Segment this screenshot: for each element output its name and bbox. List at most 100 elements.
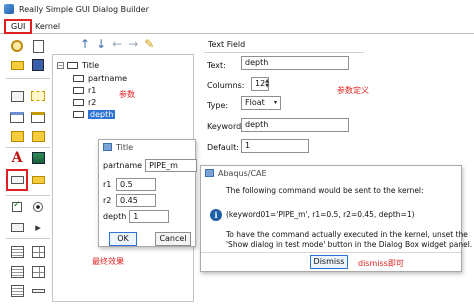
- spinner-arrows-icon[interactable]: ▲ ▼: [265, 79, 269, 89]
- text-field-node-icon: [73, 98, 84, 106]
- window-titlebar: Really Simple GUI Dialog Builder: [0, 0, 474, 18]
- separator-icon[interactable]: [29, 283, 47, 299]
- tree-item-r2[interactable]: r2: [73, 96, 96, 108]
- message-dialog: Abaqus/CAE The following command would b…: [200, 165, 472, 272]
- arrow-icon[interactable]: ▸: [29, 219, 47, 235]
- message-line-1: The following command would be sent to t…: [226, 186, 424, 195]
- tree-widget-icon[interactable]: [8, 283, 26, 299]
- type-select[interactable]: Float ▾: [241, 96, 281, 110]
- tree-item-label: r1: [88, 85, 97, 95]
- slider-icon[interactable]: [8, 264, 26, 280]
- text-label: Text:: [207, 61, 226, 70]
- tree-item-depth[interactable]: depth: [73, 108, 116, 120]
- field-label: r1: [103, 180, 112, 189]
- move-down-icon[interactable]: ↓: [96, 38, 106, 52]
- table-icon[interactable]: [29, 244, 47, 260]
- annotation-params: 参数: [119, 90, 135, 99]
- default-input[interactable]: 1: [241, 139, 309, 153]
- message-dialog-titlebar: Abaqus/CAE: [201, 166, 461, 180]
- button-icon[interactable]: [8, 219, 26, 235]
- tab-bar: GUI Kernel: [0, 18, 474, 34]
- spinner-icon[interactable]: [29, 264, 47, 280]
- panel-icon[interactable]: [8, 128, 26, 144]
- new-file-icon[interactable]: [29, 38, 47, 54]
- open-file-icon[interactable]: [8, 57, 26, 73]
- field-row: r1 0.5: [103, 178, 156, 191]
- widget-toolbox: A ▸: [2, 36, 52, 302]
- field-row: depth 1: [103, 210, 170, 223]
- columns-label: Columns:: [207, 81, 245, 90]
- selected-widget-highlight: [6, 169, 28, 191]
- edit-icon[interactable]: ✎: [144, 38, 154, 52]
- group-box-icon[interactable]: [29, 109, 47, 125]
- field-input[interactable]: 0.45: [116, 194, 156, 207]
- message-line-3: To have the command actually executed in…: [226, 230, 468, 239]
- move-left-icon[interactable]: ←: [112, 38, 122, 52]
- field-row: r2 0.45: [103, 194, 156, 207]
- tree-item-label: partname: [88, 73, 128, 83]
- columns-value: 12: [255, 79, 266, 88]
- group-title: Text Field: [208, 40, 246, 49]
- tree-item-label: r2: [88, 97, 97, 107]
- field-input[interactable]: 1: [129, 210, 170, 223]
- field-input[interactable]: 0.5: [116, 178, 156, 191]
- cancel-button[interactable]: Cancel: [155, 232, 191, 246]
- preview-dialog-title: Title: [116, 142, 134, 152]
- tree-root[interactable]: − Title: [57, 59, 99, 71]
- save-file-icon[interactable]: [29, 57, 47, 73]
- move-right-icon[interactable]: →: [128, 38, 138, 52]
- annotation-param-definition: 参数定义: [337, 86, 369, 95]
- field-input[interactable]: PIPE_m: [145, 159, 198, 172]
- image-icon[interactable]: [29, 150, 47, 166]
- combo-box-icon[interactable]: [29, 172, 47, 188]
- default-label: Default:: [207, 143, 239, 152]
- message-line-4: 'Show dialog in test mode' button in the…: [226, 240, 473, 249]
- field-row: partname PIPE_m: [103, 159, 198, 172]
- text-field-node-icon: [73, 110, 84, 118]
- tree-item-r1[interactable]: r1: [73, 84, 96, 96]
- field-label: r2: [103, 196, 112, 205]
- dismiss-button[interactable]: Dismiss: [310, 255, 348, 269]
- type-value: Float: [245, 98, 265, 107]
- tab-gui[interactable]: GUI: [4, 19, 33, 34]
- keyword-label: Keyword:: [207, 122, 244, 131]
- field-label: depth: [103, 212, 127, 221]
- list-icon[interactable]: [8, 244, 26, 260]
- annotation-final-result: 最终效果: [92, 257, 124, 266]
- message-dialog-title: Abaqus/CAE: [218, 168, 267, 178]
- preview-dialog-titlebar: Title: [99, 140, 195, 154]
- window-icon: [103, 143, 112, 151]
- label-icon[interactable]: A: [8, 150, 26, 166]
- radio-button-icon[interactable]: [29, 199, 47, 215]
- collapse-icon[interactable]: −: [57, 61, 64, 69]
- tab-frame-icon[interactable]: [8, 109, 26, 125]
- tree-item-partname[interactable]: partname: [73, 72, 127, 84]
- chevron-down-icon: ▾: [273, 99, 277, 106]
- field-label: partname: [103, 161, 143, 170]
- window-icon: [205, 169, 214, 177]
- tree-item-label: depth: [88, 109, 116, 119]
- group-divider: [204, 52, 364, 53]
- checkbox-icon[interactable]: [8, 199, 26, 215]
- annotation-dismiss: dismiss即可: [358, 259, 404, 268]
- window-title: Really Simple GUI Dialog Builder: [19, 4, 149, 14]
- dialog-node-icon: [67, 61, 78, 69]
- frame-icon[interactable]: [8, 88, 26, 104]
- message-command: (keyword01='PIPE_m', r1=0.5, r2=0.45, de…: [226, 210, 415, 219]
- tree-root-label: Title: [82, 60, 100, 70]
- message-divider: [201, 252, 461, 253]
- dashed-frame-icon[interactable]: [29, 88, 47, 104]
- columns-spinner[interactable]: 12 ▲ ▼: [251, 77, 269, 91]
- dialog-icon[interactable]: [8, 38, 26, 54]
- keyword-input[interactable]: depth: [241, 118, 349, 132]
- panel-alt-icon[interactable]: [29, 128, 47, 144]
- ok-button[interactable]: OK: [109, 232, 137, 246]
- text-input[interactable]: depth: [241, 56, 349, 70]
- preview-dialog: Title partname PIPE_m r1 0.5 r2 0.45 dep…: [98, 139, 198, 247]
- text-field-node-icon: [73, 74, 84, 82]
- text-field-node-icon: [73, 86, 84, 94]
- tree-toolbar: ↑ ↓ ← → ✎: [80, 38, 154, 52]
- tab-kernel[interactable]: Kernel: [30, 19, 65, 34]
- move-up-icon[interactable]: ↑: [80, 38, 90, 52]
- type-label: Type:: [207, 101, 229, 110]
